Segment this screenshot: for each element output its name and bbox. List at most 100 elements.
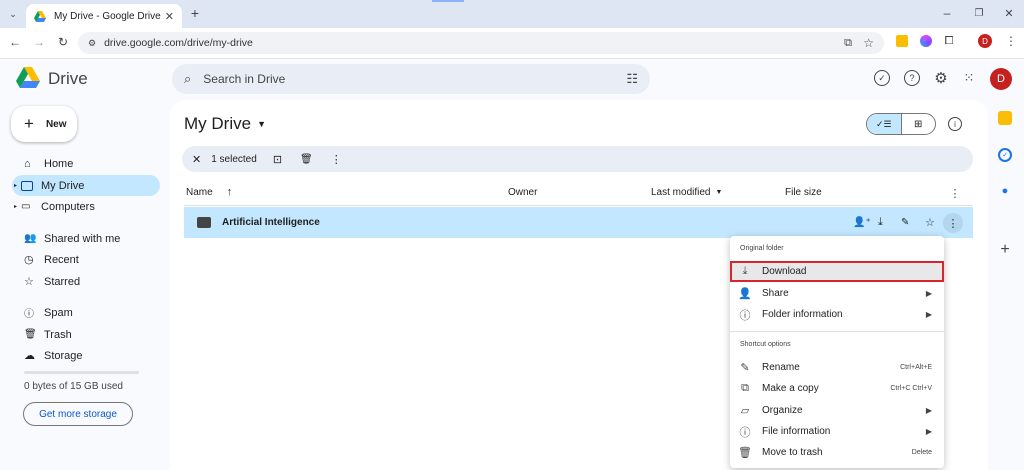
help-icon[interactable]: ? <box>904 70 920 86</box>
browser-profile-avatar[interactable]: D <box>978 34 992 48</box>
selection-toolbar: ✕ 1 selected ⊡ 🗑 ⋮ <box>182 146 973 172</box>
restore-icon[interactable]: ❐ <box>972 6 986 20</box>
expand-arrow-icon[interactable]: ▸ <box>14 203 17 210</box>
get-more-storage-button[interactable]: Get more storage <box>23 402 133 426</box>
table-row[interactable]: Artificial Intelligence 👤⁺ ⤓ ✎ ☆ ⋮ <box>184 207 973 238</box>
sidebar-item-label: Recent <box>44 253 79 266</box>
search-filter-icon[interactable]: ☷ <box>626 71 638 87</box>
menu-item-label: Make a copy <box>762 383 819 394</box>
column-owner-header[interactable]: Owner <box>508 187 537 198</box>
menu-item-make-copy[interactable]: ⧉ Make a copy Ctrl+C Ctrl+V <box>730 378 944 399</box>
submenu-arrow-icon: ▶ <box>925 310 932 319</box>
offline-ready-icon[interactable]: ✓ <box>874 70 890 86</box>
details-info-icon[interactable]: i <box>948 117 962 131</box>
sidebar-item-label: Computers <box>41 200 95 213</box>
sidebar-item-computers[interactable]: ▸ ▭ Computers <box>12 196 160 217</box>
row-download-icon[interactable]: ⤓ <box>878 216 883 229</box>
search-icon[interactable]: ⌕ <box>184 71 191 87</box>
keep-icon[interactable] <box>998 111 1012 125</box>
move-folder-icon[interactable]: ⊡ <box>273 153 282 166</box>
reload-icon[interactable]: ↻ <box>56 35 70 49</box>
sidebar-item-recent[interactable]: ◷ Recent <box>12 249 160 270</box>
folder-move-icon: ▱ <box>740 405 750 417</box>
app-name[interactable]: Drive <box>48 69 88 89</box>
drive-logo-icon[interactable] <box>16 67 40 88</box>
menu-item-label: Folder information <box>762 309 843 320</box>
menu-item-share[interactable]: 👤 Share ▶ <box>730 283 944 304</box>
sidebar-item-label: Storage <box>44 349 83 362</box>
expand-arrow-icon[interactable]: ▸ <box>14 182 17 189</box>
menu-item-rename[interactable]: ✎ Rename Ctrl+Alt+E <box>730 357 944 378</box>
sidebar-item-label: Starred <box>44 275 81 288</box>
sidebar-item-label: My Drive <box>41 179 85 192</box>
clear-selection-icon[interactable]: ✕ <box>192 153 201 166</box>
extension-icon[interactable] <box>896 35 908 47</box>
row-more-actions-icon[interactable]: ⋮ <box>943 213 963 233</box>
sidebar-item-spam[interactable]: ⓘ Spam <box>12 302 160 323</box>
sidebar-item-my-drive[interactable]: ▸ My Drive <box>12 175 160 196</box>
menu-item-file-info[interactable]: ⓘ File information ▶ <box>730 421 944 442</box>
view-toggle: ✓☰ ⊞ <box>866 113 936 135</box>
list-view-button[interactable]: ✓☰ <box>867 114 902 134</box>
apps-grid-icon[interactable]: ⁙ <box>960 69 978 87</box>
menu-item-organize[interactable]: ▱ Organize ▶ <box>730 400 944 421</box>
row-rename-icon[interactable]: ✎ <box>901 217 909 228</box>
address-bar[interactable]: ⚙ drive.google.com/drive/my-drive ⧉ ☆ <box>78 32 884 54</box>
column-modified-header[interactable]: Last modified ▼ <box>651 187 722 198</box>
contacts-icon[interactable]: ● <box>998 184 1012 198</box>
menu-item-label: Move to trash <box>762 447 823 458</box>
menu-item-label: Organize <box>762 405 803 416</box>
sidebar-item-label: Trash <box>44 328 72 341</box>
sidebar-item-storage[interactable]: ☁ Storage <box>12 345 160 366</box>
minimize-icon[interactable]: – <box>940 6 954 20</box>
site-info-icon[interactable]: ⚙ <box>88 38 96 49</box>
cast-icon[interactable]: ⧉ <box>844 37 852 50</box>
browser-tab[interactable]: My Drive - Google Drive ✕ <box>26 4 182 28</box>
shortcut-hint: Ctrl+Alt+E <box>900 364 932 371</box>
menu-item-download[interactable]: ⤓ Download <box>730 261 944 282</box>
search-input[interactable]: Search in Drive <box>203 72 285 86</box>
browser-menu-icon[interactable]: ⋮ <box>1004 34 1018 48</box>
column-name-header[interactable]: Name ↑ <box>186 186 232 198</box>
sidebar-item-shared[interactable]: 👥 Shared with me <box>12 228 160 249</box>
menu-item-move-to-trash[interactable]: 🗑 Move to trash Delete <box>730 442 944 463</box>
new-button[interactable]: + New <box>11 106 77 142</box>
column-name-label: Name <box>186 186 213 198</box>
extensions-puzzle-icon[interactable]: ⧠ <box>942 34 956 48</box>
row-star-icon[interactable]: ☆ <box>925 216 935 229</box>
column-options-icon[interactable]: ⋮ <box>948 186 962 200</box>
column-size-header[interactable]: File size <box>785 187 822 198</box>
folder-shortcut-icon <box>197 217 211 228</box>
window-close-icon[interactable]: ✕ <box>1002 6 1016 20</box>
back-icon[interactable]: ← <box>8 35 22 49</box>
menu-item-folder-info[interactable]: ⓘ Folder information ▶ <box>730 304 944 325</box>
add-addon-icon[interactable]: + <box>998 241 1012 258</box>
page-title[interactable]: My Drive ▼ <box>184 114 266 134</box>
bookmark-star-icon[interactable]: ☆ <box>863 36 874 50</box>
tab-search-icon[interactable]: ⌄ <box>6 7 20 21</box>
share-person-icon[interactable]: 👤⁺ <box>853 217 871 228</box>
sort-arrow-up-icon[interactable]: ↑ <box>227 186 233 198</box>
more-actions-icon[interactable]: ⋮ <box>331 153 342 166</box>
search-box[interactable]: ⌕ Search in Drive ☷ <box>172 64 650 94</box>
extension-color-icon[interactable] <box>920 35 932 47</box>
caret-down-icon: ▼ <box>257 119 266 129</box>
tab-close-icon[interactable]: ✕ <box>165 10 174 23</box>
sidebar-item-trash[interactable]: 🗑 Trash <box>12 324 160 345</box>
toolbar-trash-icon[interactable]: 🗑 <box>300 154 313 165</box>
forward-icon[interactable]: → <box>32 35 46 49</box>
file-name: Artificial Intelligence <box>222 217 320 228</box>
rename-pencil-icon: ✎ <box>740 362 750 374</box>
new-button-label: New <box>45 118 67 130</box>
new-tab-icon[interactable]: + <box>188 5 202 21</box>
section-header-original: Original folder <box>740 245 784 252</box>
sidebar-item-starred[interactable]: ☆ Starred <box>12 271 160 292</box>
selection-count: 1 selected <box>211 153 257 165</box>
account-avatar[interactable]: D <box>990 68 1012 90</box>
grid-view-button[interactable]: ⊞ <box>902 114 936 134</box>
sidebar-item-home[interactable]: ⌂ Home <box>12 153 160 174</box>
drive-icon <box>21 180 34 191</box>
tasks-icon[interactable]: ✓ <box>998 148 1012 162</box>
menu-item-label: Share <box>762 288 789 299</box>
settings-gear-icon[interactable]: ⚙ <box>932 69 950 87</box>
